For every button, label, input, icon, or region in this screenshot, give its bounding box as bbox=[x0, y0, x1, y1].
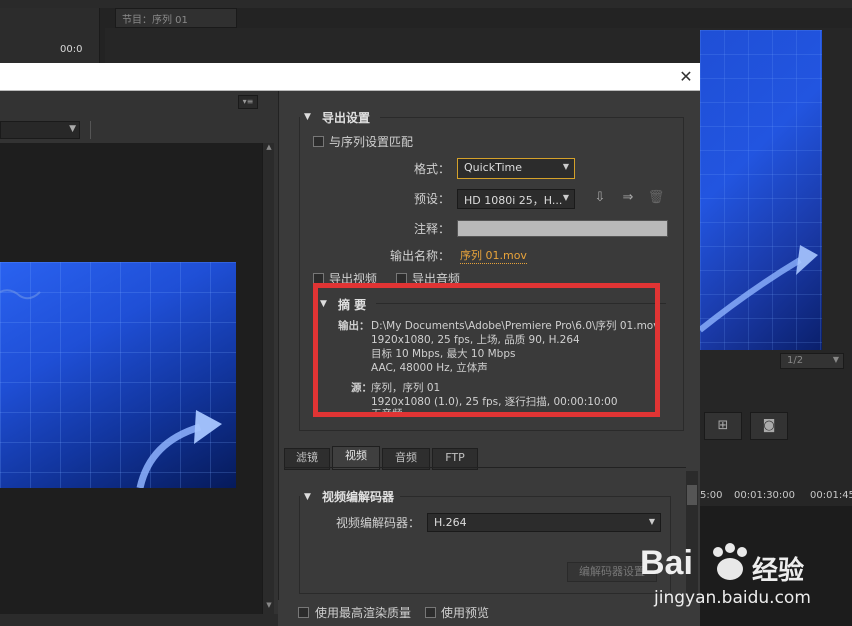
dialog-title-bar: ✕ bbox=[0, 63, 700, 91]
codec-select[interactable]: H.264 ▼ bbox=[427, 513, 661, 532]
tab-divider bbox=[284, 467, 686, 468]
max-render-quality-checkbox[interactable] bbox=[298, 607, 309, 618]
paw-icon bbox=[706, 542, 752, 582]
ruler-time: 00:01:30:00 bbox=[734, 490, 796, 501]
watermark-brand-suffix: 经验 bbox=[752, 556, 805, 586]
source-range-select[interactable]: ▼ bbox=[0, 121, 80, 139]
comment-input[interactable] bbox=[457, 220, 668, 237]
highlight-box bbox=[313, 283, 660, 417]
baidu-watermark: Bai 经验 jingyan.baidu.com bbox=[640, 530, 852, 626]
output-name-label: 输出名称： bbox=[389, 249, 450, 263]
chevron-down-icon: ▼ bbox=[832, 355, 839, 364]
use-preview-label: 使用预览 bbox=[441, 606, 490, 620]
close-icon[interactable]: ✕ bbox=[676, 67, 696, 87]
preview-scrollbar[interactable]: ▲ ▼ bbox=[262, 143, 274, 614]
background-timecode: 00:0 bbox=[60, 44, 83, 55]
resolution-select[interactable]: 1/2 ▼ bbox=[780, 353, 844, 369]
preset-select[interactable]: HD 1080i 25，H... ▼ bbox=[457, 189, 575, 209]
preview-video-arrow bbox=[0, 289, 222, 488]
program-toolbar: ⊞ ◙ bbox=[700, 412, 852, 442]
multicam-icon: ⊞ bbox=[717, 418, 729, 433]
chevron-down-icon: ▼ bbox=[562, 162, 569, 171]
scroll-thumb[interactable] bbox=[687, 485, 697, 505]
watermark-url: jingyan.baidu.com bbox=[654, 588, 811, 608]
format-value: QuickTime bbox=[464, 161, 523, 174]
watermark-brand: Bai bbox=[640, 544, 693, 582]
chevron-down-icon: ▼ bbox=[562, 193, 569, 202]
program-monitor-edge bbox=[822, 30, 852, 350]
export-frame-button[interactable]: ◙ bbox=[750, 412, 788, 440]
multicam-button[interactable]: ⊞ bbox=[704, 412, 742, 440]
preview-horizontal-scrollbar[interactable] bbox=[0, 614, 278, 626]
resolution-value: 1/2 bbox=[787, 355, 804, 366]
format-label: 格式： bbox=[413, 162, 450, 176]
camera-icon: ◙ bbox=[762, 418, 776, 433]
max-render-quality-label: 使用最高渲染质量 bbox=[315, 606, 412, 620]
chevron-down-icon: ▼ bbox=[69, 124, 76, 134]
scroll-up-icon[interactable]: ▲ bbox=[263, 143, 275, 155]
scroll-down-icon[interactable]: ▼ bbox=[263, 601, 275, 613]
settings-tabs: 滤镜 视频 音频 FTP bbox=[284, 446, 684, 470]
divider bbox=[90, 121, 91, 139]
codec-label: 视频编解码器： bbox=[335, 516, 420, 530]
use-preview-checkbox[interactable] bbox=[425, 607, 436, 618]
save-preset-icon[interactable]: ⇩ bbox=[591, 190, 609, 206]
ruler-time: 00:01:45 bbox=[810, 490, 852, 501]
chevron-down-icon: ▼ bbox=[648, 517, 655, 526]
timeline-ruler: 5:00 00:01:30:00 00:01:45 bbox=[700, 490, 852, 506]
preset-label: 预设： bbox=[413, 192, 450, 206]
program-video-arrow bbox=[700, 245, 818, 333]
codec-value: H.264 bbox=[434, 516, 467, 529]
format-select[interactable]: QuickTime ▼ bbox=[457, 158, 575, 179]
panel-menu-icon[interactable]: ▾≡ bbox=[238, 95, 258, 109]
tab-program-monitor[interactable]: 节目：序列 01 bbox=[115, 8, 237, 28]
preview-video-frame bbox=[0, 262, 236, 488]
delete-preset-icon[interactable]: 🗑 bbox=[647, 190, 665, 206]
ruler-time: 5:00 bbox=[700, 490, 723, 501]
match-sequence-label: 与序列设置匹配 bbox=[329, 135, 414, 149]
background-source-panel bbox=[0, 8, 100, 64]
output-name-link[interactable]: 序列 01.mov bbox=[460, 247, 527, 264]
comment-label: 注释： bbox=[413, 222, 450, 236]
preset-value: HD 1080i 25，H... bbox=[464, 194, 563, 207]
background-top-bar bbox=[0, 0, 852, 8]
import-preset-icon[interactable]: ⇒ bbox=[619, 190, 637, 206]
match-sequence-checkbox[interactable] bbox=[313, 136, 324, 147]
source-preview-pane: ▾≡ ▼ ▲ ▼ bbox=[0, 91, 278, 626]
